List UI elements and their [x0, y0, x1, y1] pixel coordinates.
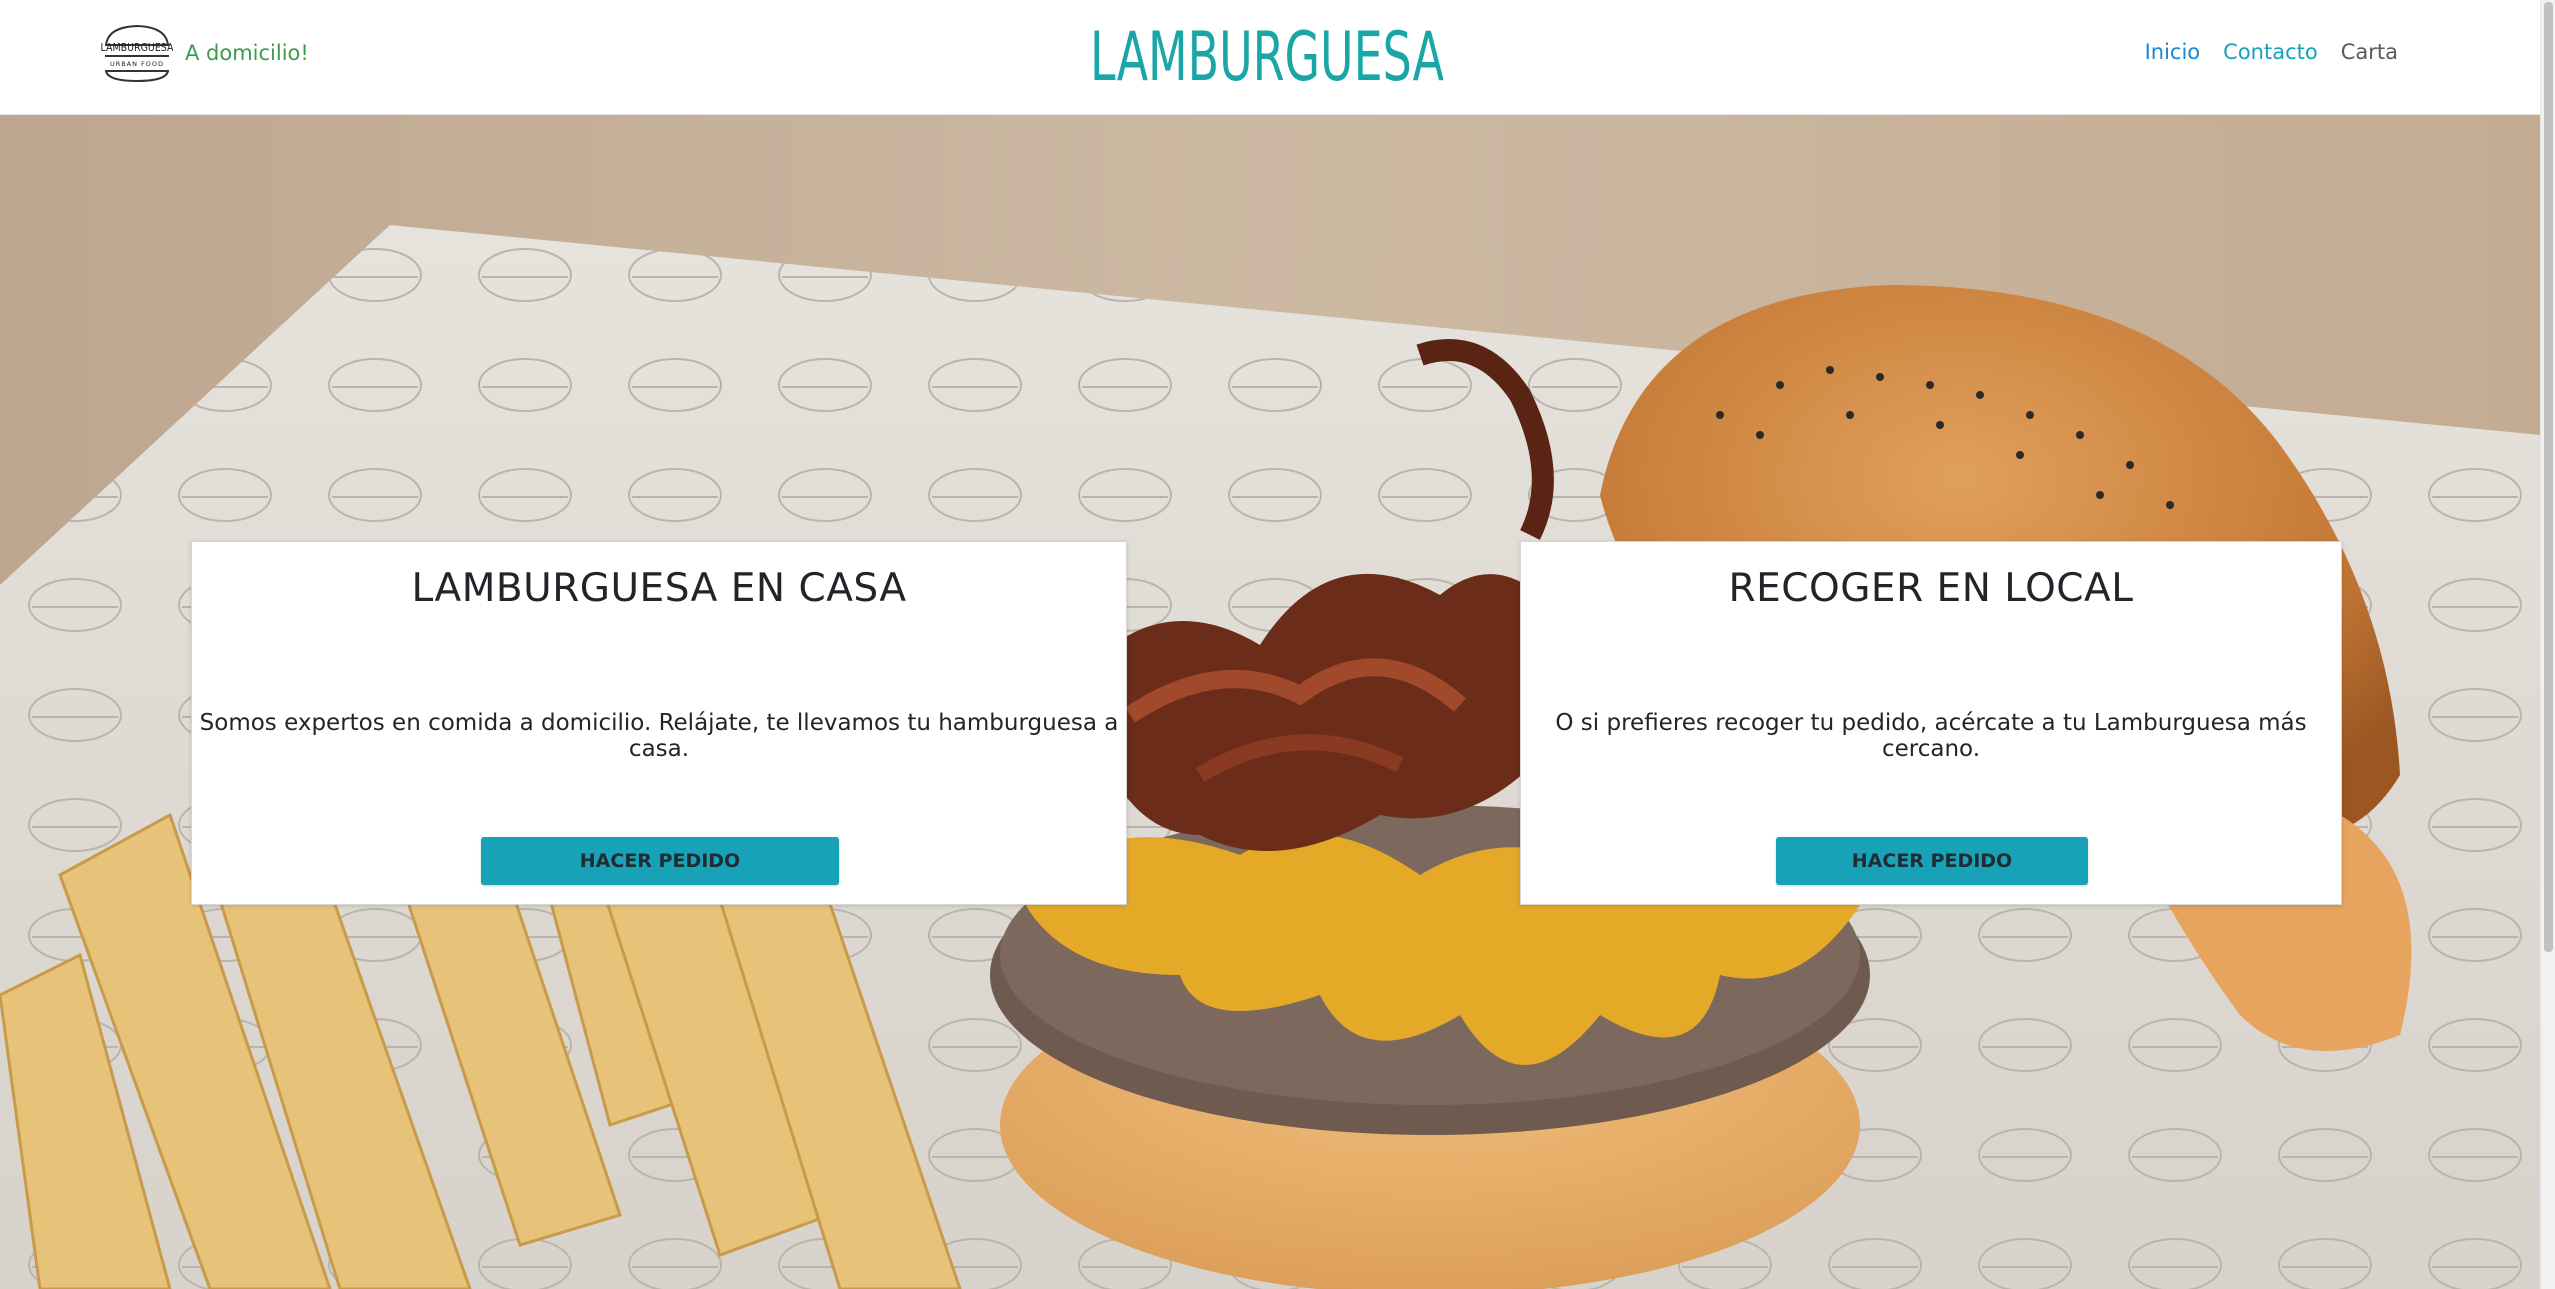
card-home-delivery: LAMBURGUESA EN CASA Somos expertos en co…: [191, 541, 1127, 905]
page-scrollbar[interactable]: [2540, 0, 2555, 1289]
nav-inicio[interactable]: Inicio: [2145, 40, 2201, 64]
nav-carta[interactable]: Carta: [2341, 40, 2398, 64]
burger-logo-icon[interactable]: LAMBURGUESA URBAN FOOD: [100, 23, 174, 83]
card-pickup: RECOGER EN LOCAL O si prefieres recoger …: [1520, 541, 2342, 905]
order-button-pickup[interactable]: HACER PEDIDO: [1776, 837, 2088, 885]
card-title: LAMBURGUESA EN CASA: [411, 566, 907, 611]
brand-left: LAMBURGUESA URBAN FOOD A domicilio!: [100, 23, 309, 83]
logo-subtext: URBAN FOOD: [110, 60, 164, 68]
main-nav: Inicio Contacto Carta: [2145, 40, 2398, 64]
card-description: O si prefieres recoger tu pedido, acérca…: [1555, 710, 2307, 762]
logo-wordmark-small: LAMBURGUESA: [101, 42, 174, 54]
order-button-delivery[interactable]: HACER PEDIDO: [481, 837, 839, 885]
brand-wordmark[interactable]: LAMBURGUESA: [1088, 18, 1446, 88]
delivery-tagline: A domicilio!: [185, 41, 309, 65]
card-title: RECOGER EN LOCAL: [1728, 566, 2134, 611]
brand-wordmark-text: LAMBURGUESA: [1090, 18, 1444, 88]
card-description: Somos expertos en comida a domicilio. Re…: [199, 710, 1119, 762]
nav-contacto[interactable]: Contacto: [2223, 40, 2318, 64]
site-header: LAMBURGUESA URBAN FOOD A domicilio! LAMB…: [0, 0, 2540, 115]
scrollbar-thumb[interactable]: [2544, 2, 2553, 952]
